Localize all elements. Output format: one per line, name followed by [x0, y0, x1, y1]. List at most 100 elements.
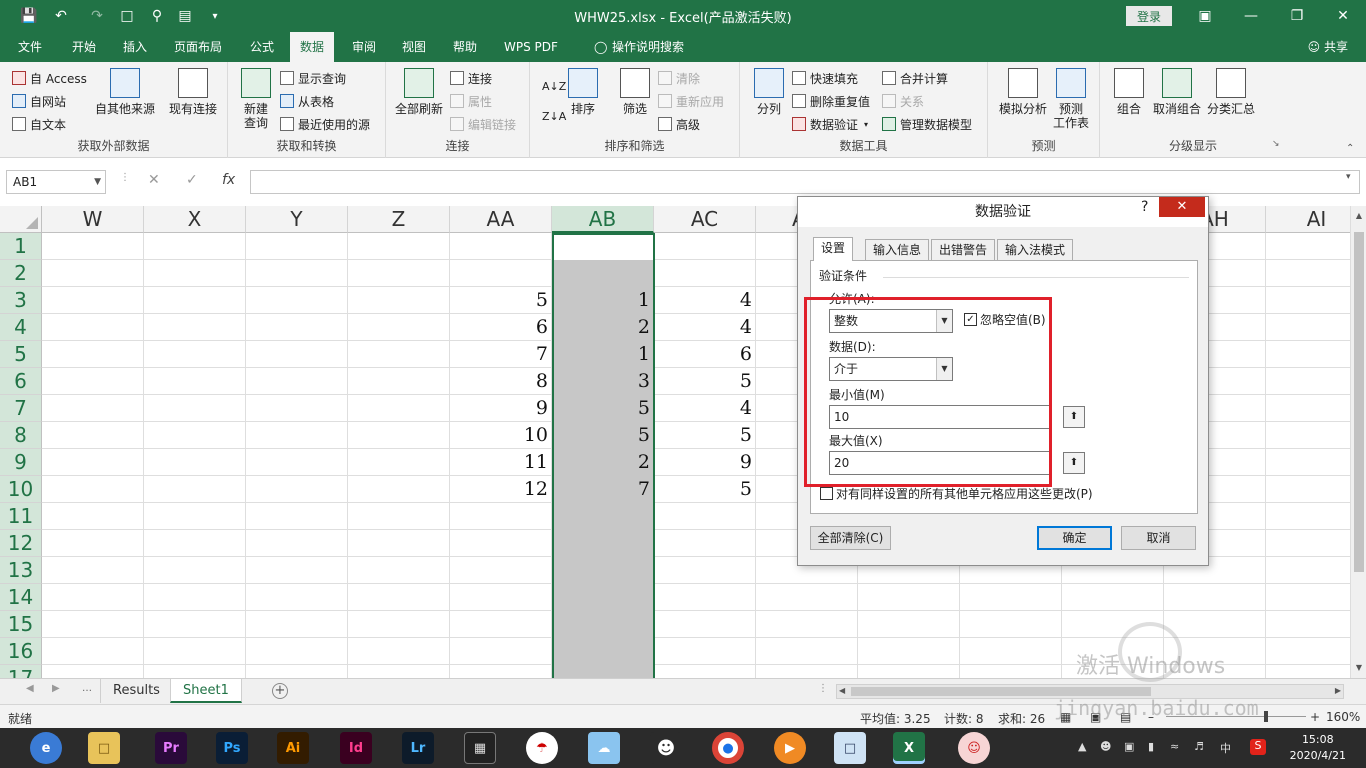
- column-header-ab[interactable]: AB: [552, 206, 654, 233]
- cell-ab5[interactable]: 1: [552, 341, 654, 368]
- row-header-9[interactable]: 9: [0, 449, 42, 476]
- from-web-button[interactable]: 自网站: [12, 91, 66, 111]
- scroll-left-icon[interactable]: ◀: [839, 686, 845, 695]
- cell-ab6[interactable]: 3: [552, 368, 654, 395]
- next-sheet-icon[interactable]: ▶: [52, 683, 60, 694]
- cell-ac6[interactable]: 5: [654, 368, 756, 395]
- close-icon[interactable]: ✕: [1159, 197, 1205, 217]
- from-table-button[interactable]: 从表格: [280, 91, 334, 111]
- active-cell-ab1[interactable]: [552, 233, 655, 260]
- mascot-app-icon[interactable]: ☺: [958, 732, 990, 764]
- tray-expand-icon[interactable]: ▲: [1078, 740, 1086, 753]
- row-header-15[interactable]: 15: [0, 611, 42, 638]
- cell-ac4[interactable]: 4: [654, 314, 756, 341]
- formula-input[interactable]: [250, 170, 1360, 194]
- from-other-sources-button[interactable]: 自其他来源: [92, 68, 158, 116]
- row-header-14[interactable]: 14: [0, 584, 42, 611]
- dialog-launcher-icon[interactable]: ↘: [1272, 134, 1280, 154]
- connections-button[interactable]: 连接: [450, 68, 492, 88]
- chevron-down-icon[interactable]: ▼: [94, 171, 101, 193]
- scroll-down-icon[interactable]: ▼: [1351, 660, 1366, 676]
- cell-ab9[interactable]: 2: [552, 449, 654, 476]
- collapse-ribbon-icon[interactable]: ⌃: [1346, 138, 1354, 158]
- cell-aa7[interactable]: 9: [450, 395, 552, 422]
- more-sheets-icon[interactable]: …: [82, 683, 92, 694]
- cell-aa10[interactable]: 12: [450, 476, 552, 503]
- row-header-10[interactable]: 10: [0, 476, 42, 503]
- qq-tray-icon[interactable]: ☻: [1100, 740, 1111, 753]
- insert-function-icon[interactable]: fx: [222, 172, 235, 188]
- cell-aa8[interactable]: 10: [450, 422, 552, 449]
- clock[interactable]: 15:08 2020/4/21: [1290, 732, 1346, 764]
- reapply-button[interactable]: 重新应用: [658, 91, 724, 111]
- cell-ac7[interactable]: 4: [654, 395, 756, 422]
- remove-duplicates-button[interactable]: 删除重复值: [792, 91, 870, 111]
- ribbon-display-icon[interactable]: ▣: [1190, 4, 1220, 28]
- sogou-ime-icon[interactable]: S: [1250, 739, 1266, 755]
- cell-aa3[interactable]: 5: [450, 287, 552, 314]
- tab-insert[interactable]: 插入: [113, 32, 157, 62]
- share-button[interactable]: ☺ 共享: [1308, 32, 1348, 62]
- row-header-7[interactable]: 7: [0, 395, 42, 422]
- column-header-ac[interactable]: AC: [654, 206, 756, 233]
- excel-icon[interactable]: X: [893, 732, 925, 764]
- tab-help[interactable]: 帮助: [443, 32, 487, 62]
- notebook-app-icon[interactable]: □: [834, 732, 866, 764]
- illustrator-icon[interactable]: Ai: [277, 732, 309, 764]
- cell-ab4[interactable]: 2: [552, 314, 654, 341]
- cell-ab3[interactable]: 1: [552, 287, 654, 314]
- enter-icon[interactable]: ✓: [186, 172, 198, 188]
- existing-connections-button[interactable]: 现有连接: [164, 68, 222, 116]
- cell-ac5[interactable]: 6: [654, 341, 756, 368]
- premiere-icon[interactable]: Pr: [155, 732, 187, 764]
- collapse-dialog-icon[interactable]: ⬆: [1063, 406, 1085, 428]
- tab-review[interactable]: 审阅: [342, 32, 386, 62]
- sort-button[interactable]: 排序: [566, 68, 600, 116]
- row-header-12[interactable]: 12: [0, 530, 42, 557]
- video-editor-icon[interactable]: ▦: [464, 732, 496, 764]
- column-header-x[interactable]: X: [144, 206, 246, 233]
- cell-ac9[interactable]: 9: [654, 449, 756, 476]
- tab-ime-mode[interactable]: 输入法模式: [997, 239, 1074, 260]
- text-to-columns-button[interactable]: 分列: [752, 68, 786, 116]
- tell-me-search[interactable]: 操作说明搜索: [602, 32, 694, 62]
- row-header-13[interactable]: 13: [0, 557, 42, 584]
- cell-aa4[interactable]: 6: [450, 314, 552, 341]
- help-icon[interactable]: ?: [1141, 199, 1148, 215]
- tab-settings[interactable]: 设置: [813, 237, 854, 261]
- column-header-y[interactable]: Y: [246, 206, 348, 233]
- umbrella-app-icon[interactable]: ☂: [526, 732, 558, 764]
- indesign-icon[interactable]: Id: [340, 732, 372, 764]
- show-queries-button[interactable]: 显示查询: [280, 68, 346, 88]
- split-handle-icon[interactable]: ⋮: [818, 683, 828, 694]
- column-header-ai[interactable]: AI: [1266, 206, 1350, 233]
- cell-ab8[interactable]: 5: [552, 422, 654, 449]
- lightroom-icon[interactable]: Lr: [402, 732, 434, 764]
- recent-sources-button[interactable]: 最近使用的源: [280, 114, 370, 134]
- add-sheet-icon[interactable]: +: [272, 683, 288, 699]
- advanced-filter-button[interactable]: 高级: [658, 114, 700, 134]
- what-if-button[interactable]: 模拟分析: [996, 68, 1050, 116]
- forecast-sheet-button[interactable]: 预测 工作表: [1050, 68, 1092, 130]
- cell-aa9[interactable]: 11: [450, 449, 552, 476]
- select-all-corner[interactable]: [0, 206, 42, 233]
- sort-ascending-icon[interactable]: A↓Z: [542, 76, 566, 96]
- row-header-5[interactable]: 5: [0, 341, 42, 368]
- login-button[interactable]: 登录: [1126, 6, 1172, 26]
- row-header-4[interactable]: 4: [0, 314, 42, 341]
- tab-wps-pdf[interactable]: WPS PDF: [494, 32, 568, 62]
- orange-app-icon[interactable]: ▶: [774, 732, 806, 764]
- row-header-17[interactable]: 17: [0, 665, 42, 678]
- subtotal-button[interactable]: 分类汇总: [1204, 68, 1258, 116]
- sort-descending-icon[interactable]: Z↓A: [542, 106, 566, 126]
- file-explorer-icon[interactable]: □: [88, 732, 120, 764]
- column-header-aa[interactable]: AA: [450, 206, 552, 233]
- filter-button[interactable]: 筛选: [618, 68, 652, 116]
- battery-icon[interactable]: ▮: [1148, 740, 1154, 753]
- row-header-11[interactable]: 11: [0, 503, 42, 530]
- apply-all-checkbox[interactable]: [820, 487, 833, 500]
- ime-indicator[interactable]: 中: [1220, 740, 1231, 756]
- column-header-w[interactable]: W: [42, 206, 144, 233]
- from-text-button[interactable]: 自文本: [12, 114, 66, 134]
- cell-ac10[interactable]: 5: [654, 476, 756, 503]
